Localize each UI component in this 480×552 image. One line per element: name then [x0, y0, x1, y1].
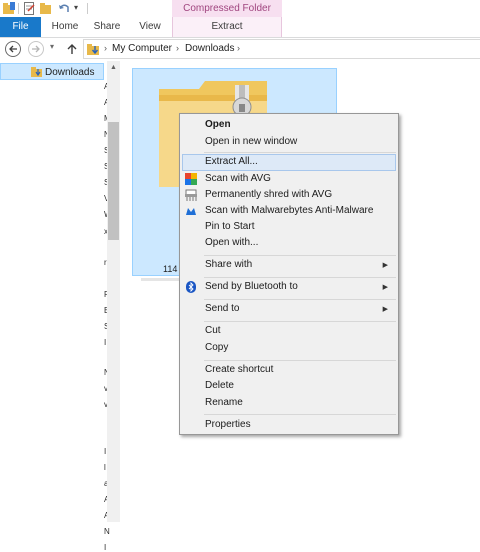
navigation-pane: Downloads A A M N S S S V W x r P E S I … — [0, 61, 120, 552]
tab-home[interactable]: Home — [47, 17, 83, 37]
menu-item-label: Open with... — [205, 237, 259, 248]
menu-item-open-new-window[interactable]: Open in new window — [182, 134, 396, 151]
nav-item-label: Downloads — [45, 67, 95, 78]
nav-item-downloads[interactable]: Downloads — [0, 63, 104, 80]
menu-item-send-bluetooth[interactable]: Send by Bluetooth to ▶ — [182, 279, 396, 296]
menu-item-label: Scan with Malwarebytes Anti-Malware — [205, 205, 374, 216]
file-name-label: 114 — [163, 264, 178, 274]
avg-icon — [185, 173, 197, 185]
contextual-group-label: Compressed Folder Tools — [172, 0, 282, 31]
nav-item-fragment[interactable]: l — [104, 463, 106, 472]
tab-view[interactable]: View — [133, 17, 167, 37]
menu-item-send-to[interactable]: Send to ▶ — [182, 301, 396, 318]
submenu-arrow-icon: ▶ — [382, 306, 388, 313]
breadcrumb-separator-icon: › — [176, 43, 179, 53]
menu-item-label: Permanently shred with AVG — [205, 189, 333, 200]
menu-item-label: Copy — [205, 342, 229, 353]
undo-icon[interactable] — [58, 2, 70, 15]
downloads-folder-icon — [31, 67, 42, 77]
menu-item-label: Rename — [205, 397, 243, 408]
menu-item-open[interactable]: Open — [182, 117, 396, 134]
nav-item-fragment[interactable]: I — [104, 338, 106, 347]
title-bar: ▾ Compressed Folder Tools — [0, 0, 480, 31]
folder-app-icon — [3, 2, 15, 14]
menu-item-extract-all[interactable]: Extract All... — [182, 154, 396, 171]
divider — [18, 3, 19, 14]
shredder-icon — [185, 189, 197, 201]
forward-arrow-icon — [32, 45, 40, 53]
menu-item-copy[interactable]: Copy — [182, 340, 396, 357]
tab-extract[interactable]: Extract — [172, 17, 282, 37]
bluetooth-icon — [186, 281, 196, 293]
back-button[interactable] — [5, 41, 21, 57]
menu-item-label: Pin to Start — [205, 221, 255, 232]
menu-item-label: Send to — [205, 303, 240, 314]
malwarebytes-icon — [186, 208, 196, 215]
menu-item-scan-malwarebytes[interactable]: Scan with Malwarebytes Anti-Malware — [182, 203, 396, 220]
downloads-folder-icon — [87, 44, 99, 55]
scroll-up-arrow-icon[interactable]: ▲ — [110, 64, 117, 71]
breadcrumb-my-computer[interactable]: My Computer — [112, 43, 172, 54]
nav-item-fragment[interactable]: I — [104, 447, 106, 456]
submenu-arrow-icon: ▶ — [382, 284, 388, 291]
menu-item-label: Extract All... — [205, 156, 258, 167]
menu-item-open-with[interactable]: Open with... — [182, 235, 396, 252]
new-folder-icon[interactable] — [40, 2, 52, 15]
menu-item-label: Delete — [205, 380, 234, 391]
menu-item-label: Open — [205, 119, 231, 130]
menu-separator — [204, 414, 396, 415]
nav-item-fragment[interactable]: N — [104, 527, 110, 536]
customize-toolbar-chevron-icon[interactable]: ▾ — [74, 3, 78, 16]
submenu-arrow-icon: ▶ — [382, 262, 388, 269]
menu-item-cut[interactable]: Cut — [182, 323, 396, 340]
menu-item-create-shortcut[interactable]: Create shortcut — [182, 362, 396, 379]
menu-separator — [204, 152, 396, 153]
menu-item-rename[interactable]: Rename — [182, 395, 396, 412]
menu-item-label: Properties — [205, 419, 251, 430]
navigation-bar: ▾ › My Computer › Downloads › — [0, 38, 480, 60]
menu-item-properties[interactable]: Properties — [182, 417, 396, 434]
menu-item-pin-start[interactable]: Pin to Start — [182, 219, 396, 236]
menu-item-label: Share with — [205, 259, 253, 270]
menu-item-shred-avg[interactable]: Permanently shred with AVG — [182, 187, 396, 204]
menu-separator — [204, 277, 396, 278]
menu-separator — [204, 255, 396, 256]
nav-item-fragment[interactable]: I — [104, 543, 106, 552]
breadcrumb-separator-icon: › — [237, 43, 240, 53]
forward-button[interactable] — [28, 41, 44, 57]
properties-icon[interactable] — [24, 2, 35, 15]
address-bar[interactable]: › My Computer › Downloads › — [83, 39, 480, 59]
up-arrow-icon[interactable] — [65, 41, 79, 57]
menu-item-delete[interactable]: Delete — [182, 378, 396, 395]
menu-separator — [204, 321, 396, 322]
menu-item-scan-avg[interactable]: Scan with AVG — [182, 171, 396, 188]
menu-item-label: Create shortcut — [205, 364, 274, 375]
ribbon-tabs: File Home Share View Extract — [0, 17, 480, 38]
breadcrumb-separator-icon: › — [104, 43, 107, 53]
menu-item-label: Cut — [205, 325, 221, 336]
menu-item-label: Open in new window — [205, 136, 298, 147]
context-menu: Open Open in new window Extract All... S… — [179, 113, 399, 435]
menu-item-label: Scan with AVG — [205, 173, 271, 184]
recent-locations-chevron-icon[interactable]: ▾ — [50, 42, 54, 51]
menu-item-share-with[interactable]: Share with ▶ — [182, 257, 396, 274]
menu-separator — [204, 299, 396, 300]
breadcrumb-downloads[interactable]: Downloads — [185, 43, 234, 54]
menu-item-label: Send by Bluetooth to — [205, 281, 298, 292]
menu-separator — [204, 360, 396, 361]
tab-file[interactable]: File — [0, 17, 41, 37]
tab-share[interactable]: Share — [89, 17, 125, 37]
nav-scrollbar-thumb[interactable] — [108, 122, 119, 240]
divider — [87, 3, 88, 14]
back-arrow-icon — [9, 45, 17, 53]
